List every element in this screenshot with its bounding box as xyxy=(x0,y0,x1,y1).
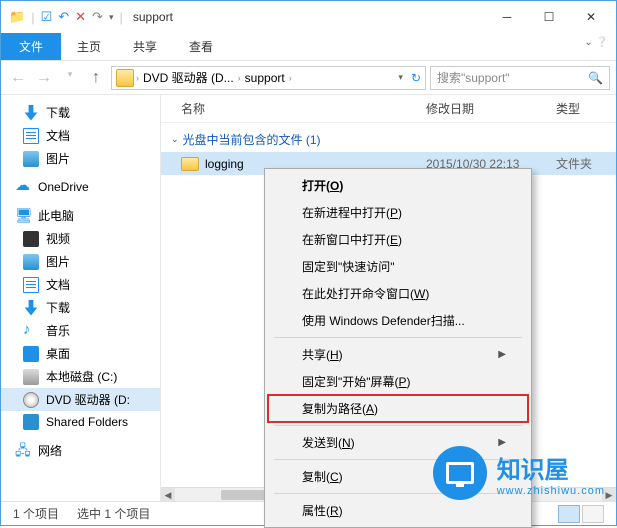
tab-share[interactable]: 共享 xyxy=(117,33,173,60)
document-icon xyxy=(23,128,39,144)
qat-sep: | xyxy=(31,10,34,25)
chevron-right-icon[interactable]: › xyxy=(238,73,241,83)
column-name[interactable]: 名称 xyxy=(181,100,426,117)
navigation-pane: 下载 文档 图片 ☁OneDrive 🖥此电脑 视频 图片 文档 下载 ♪音乐 … xyxy=(1,95,161,501)
qat-delete-icon[interactable]: ✕ xyxy=(75,9,86,25)
shared-icon xyxy=(23,414,39,430)
selected-count: 选中 1 个项目 xyxy=(77,505,150,522)
nav-history-icon[interactable]: ▾ xyxy=(59,69,81,87)
picture-icon xyxy=(23,254,39,270)
folder-icon xyxy=(181,157,199,171)
menu-share[interactable]: 共享(H)▶ xyxy=(268,341,528,368)
nav-back-icon: ← xyxy=(7,69,29,87)
video-icon xyxy=(23,231,39,247)
column-type[interactable]: 类型 xyxy=(556,100,616,117)
menu-properties[interactable]: 属性(R) xyxy=(268,497,528,524)
address-row: ← → ▾ ↑ › DVD 驱动器 (D... › support › ▾ ↻ … xyxy=(1,61,616,95)
title-bar: 📁 | ☑ ↶ ✕ ↷ ▾ | support ─ ☐ ✕ xyxy=(1,1,616,33)
scroll-left-icon[interactable]: ◀ xyxy=(161,488,175,501)
folder-icon: 📁 xyxy=(9,9,25,25)
item-count: 1 个项目 xyxy=(13,505,59,522)
qat-checkbox-icon[interactable]: ☑ xyxy=(41,9,53,25)
address-dropdown-icon[interactable]: ▾ xyxy=(398,72,403,83)
desktop-icon xyxy=(23,346,39,362)
column-headers: 名称 修改日期 类型 xyxy=(161,95,616,123)
pc-icon: 🖥 xyxy=(15,208,31,224)
dvd-icon xyxy=(23,392,39,408)
menu-pin-quick-access[interactable]: 固定到"快速访问" xyxy=(268,253,528,280)
menu-open-cmd-here[interactable]: 在此处打开命令窗口(W) xyxy=(268,280,528,307)
document-icon xyxy=(23,277,39,293)
menu-open[interactable]: 打开(O) xyxy=(268,172,528,199)
network-icon: 🖧 xyxy=(15,443,31,459)
nav-onedrive[interactable]: ☁OneDrive xyxy=(1,176,160,198)
submenu-arrow-icon: ▶ xyxy=(498,349,506,360)
window-title: support xyxy=(133,10,173,24)
ribbon-expand-icon[interactable]: ⌄ ❔ xyxy=(576,33,616,60)
watermark-logo-icon xyxy=(433,446,487,500)
tab-view[interactable]: 查看 xyxy=(173,33,229,60)
tab-home[interactable]: 主页 xyxy=(61,33,117,60)
menu-separator xyxy=(274,425,522,426)
close-button[interactable]: ✕ xyxy=(570,3,612,31)
ribbon-tabs: 文件 主页 共享 查看 ⌄ ❔ xyxy=(1,33,616,61)
nav-shared-folders[interactable]: Shared Folders xyxy=(1,411,160,433)
chevron-right-icon[interactable]: › xyxy=(136,73,139,83)
maximize-button[interactable]: ☐ xyxy=(528,3,570,31)
group-header[interactable]: ⌄ 光盘中当前包含的文件 (1) xyxy=(161,123,616,152)
nav-local-c[interactable]: 本地磁盘 (C:) xyxy=(1,365,160,388)
breadcrumb-item[interactable]: support xyxy=(243,71,287,85)
file-type: 文件夹 xyxy=(556,155,616,172)
address-bar[interactable]: › DVD 驱动器 (D... › support › ▾ ↻ xyxy=(111,66,426,90)
breadcrumb-item[interactable]: DVD 驱动器 (D... xyxy=(141,69,236,86)
nav-this-pc[interactable]: 🖥此电脑 xyxy=(1,204,160,227)
qat-redo-icon[interactable]: ↷ xyxy=(92,9,103,25)
nav-forward-icon: → xyxy=(33,69,55,87)
search-icon[interactable]: 🔍 xyxy=(588,71,603,85)
disk-icon xyxy=(23,369,39,385)
column-date[interactable]: 修改日期 xyxy=(426,100,556,117)
address-folder-icon xyxy=(116,69,134,87)
watermark-url: www.zhishiwu.com xyxy=(497,485,605,497)
chevron-right-icon[interactable]: › xyxy=(289,73,292,83)
qat-dropdown-icon[interactable]: ▾ xyxy=(109,12,114,23)
view-icons-button[interactable] xyxy=(582,505,604,523)
nav-desktop[interactable]: 桌面 xyxy=(1,342,160,365)
menu-defender-scan[interactable]: 使用 Windows Defender扫描... xyxy=(268,307,528,334)
nav-pictures[interactable]: 图片 xyxy=(1,147,160,170)
search-placeholder: 搜索"support" xyxy=(437,69,510,86)
nav-documents[interactable]: 文档 xyxy=(1,124,160,147)
nav-downloads2[interactable]: 下载 xyxy=(1,296,160,319)
qat-undo-icon[interactable]: ↶ xyxy=(58,9,69,25)
picture-icon xyxy=(23,151,39,167)
download-icon xyxy=(23,105,39,121)
watermark-title: 知识屋 xyxy=(497,450,605,485)
nav-network[interactable]: 🖧网络 xyxy=(1,439,160,462)
watermark: 知识屋 www.zhishiwu.com xyxy=(433,446,605,500)
menu-open-new-window[interactable]: 在新窗口中打开(E) xyxy=(268,226,528,253)
nav-dvd-d[interactable]: DVD 驱动器 (D: xyxy=(1,388,160,411)
nav-pictures2[interactable]: 图片 xyxy=(1,250,160,273)
menu-separator xyxy=(274,337,522,338)
onedrive-icon: ☁ xyxy=(15,179,31,195)
search-input[interactable]: 搜索"support" 🔍 xyxy=(430,66,610,90)
view-details-button[interactable] xyxy=(558,505,580,523)
refresh-icon[interactable]: ↻ xyxy=(411,71,421,85)
nav-videos[interactable]: 视频 xyxy=(1,227,160,250)
menu-copy-as-path[interactable]: 复制为路径(A) xyxy=(268,395,528,422)
download-icon xyxy=(23,300,39,316)
menu-pin-start[interactable]: 固定到"开始"屏幕(P) xyxy=(268,368,528,395)
nav-downloads[interactable]: 下载 xyxy=(1,101,160,124)
file-name: logging xyxy=(205,157,244,171)
nav-music[interactable]: ♪音乐 xyxy=(1,319,160,342)
menu-open-new-process[interactable]: 在新进程中打开(P) xyxy=(268,199,528,226)
qat-sep2: | xyxy=(119,10,122,25)
music-icon: ♪ xyxy=(23,323,39,339)
chevron-down-icon: ⌄ xyxy=(171,134,179,145)
minimize-button[interactable]: ─ xyxy=(486,3,528,31)
file-tab[interactable]: 文件 xyxy=(1,33,61,60)
nav-documents2[interactable]: 文档 xyxy=(1,273,160,296)
nav-up-icon[interactable]: ↑ xyxy=(85,69,107,87)
